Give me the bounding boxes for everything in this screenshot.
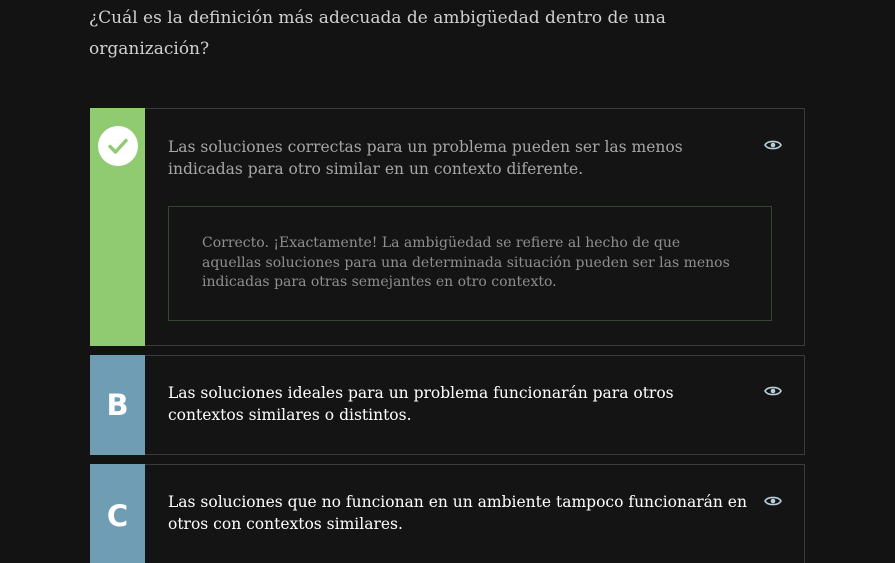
option-text: Las soluciones correctas para un problem… bbox=[168, 138, 683, 178]
option-letter-c: C bbox=[90, 464, 145, 563]
answer-option-b[interactable]: B Las soluciones ideales para un problem… bbox=[90, 355, 805, 455]
correct-marker bbox=[90, 108, 145, 346]
feedback-text: Correcto. ¡Exactamente! La ambigüedad se… bbox=[202, 235, 730, 290]
question-text: ¿Cuál es la definición más adecuada de a… bbox=[89, 8, 666, 59]
answer-option-correct[interactable]: Las soluciones correctas para un problem… bbox=[90, 108, 805, 346]
answer-option-c[interactable]: C Las soluciones que no funcionan en un … bbox=[90, 464, 805, 563]
eye-icon[interactable] bbox=[764, 493, 782, 507]
eye-icon[interactable] bbox=[764, 383, 782, 397]
eye-icon[interactable] bbox=[764, 137, 782, 151]
option-text: Las soluciones que no funcionan en un am… bbox=[168, 493, 747, 533]
check-icon bbox=[97, 126, 138, 166]
option-letter-b: B bbox=[90, 355, 145, 455]
feedback-box: Correcto. ¡Exactamente! La ambigüedad se… bbox=[168, 206, 772, 321]
option-text: Las soluciones ideales para un problema … bbox=[168, 384, 674, 424]
